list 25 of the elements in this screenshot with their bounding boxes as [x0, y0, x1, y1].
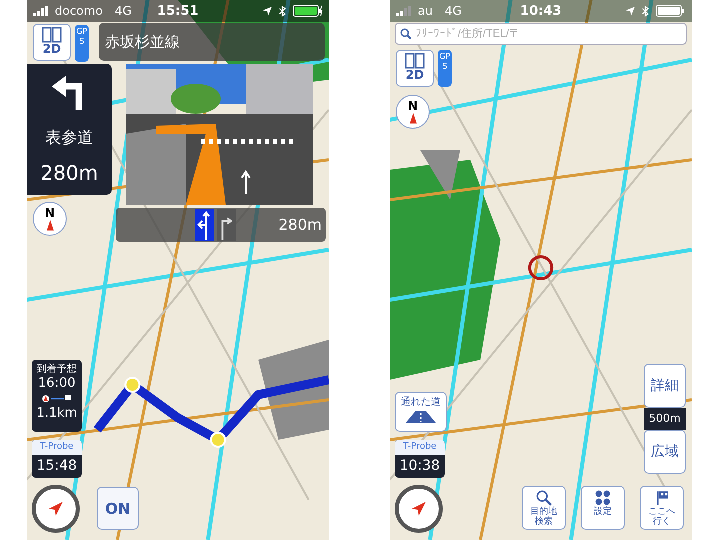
map-scale: 500m — [644, 408, 686, 430]
location-arrow-icon — [626, 6, 635, 16]
clock-time: 10:43 — [520, 4, 562, 18]
bluetooth-icon — [641, 6, 650, 16]
signal-icon — [396, 6, 412, 16]
zoom-out-button[interactable]: 広域 — [644, 430, 686, 474]
passable-roads-button[interactable]: 通れた道 — [395, 392, 447, 432]
four-dots-icon — [595, 490, 611, 506]
north-needle-icon — [410, 113, 416, 124]
gps-badge: GPS — [438, 50, 452, 87]
map-layout-icon — [405, 53, 425, 69]
go-here-button[interactable]: ここへ行く — [640, 486, 684, 530]
t-probe-time: 10:38 — [398, 457, 442, 476]
zoom-in-button[interactable]: 詳細 — [644, 364, 686, 408]
t-probe-label: T-Probe — [395, 440, 445, 455]
flag-icon — [654, 490, 670, 506]
carrier-name: au — [418, 4, 433, 18]
road-icon — [406, 411, 436, 423]
network-type: 4G — [444, 4, 462, 18]
settings-button[interactable]: 設定 — [581, 486, 625, 530]
search-icon — [536, 490, 552, 506]
search-field[interactable]: ﾌﾘｰﾜｰﾄﾞ/住所/TEL/〒 — [395, 23, 687, 45]
search-icon — [400, 28, 412, 40]
destination-search-button[interactable]: 目的地検索 — [522, 486, 566, 530]
map-mode-button[interactable]: 2D — [396, 50, 434, 87]
